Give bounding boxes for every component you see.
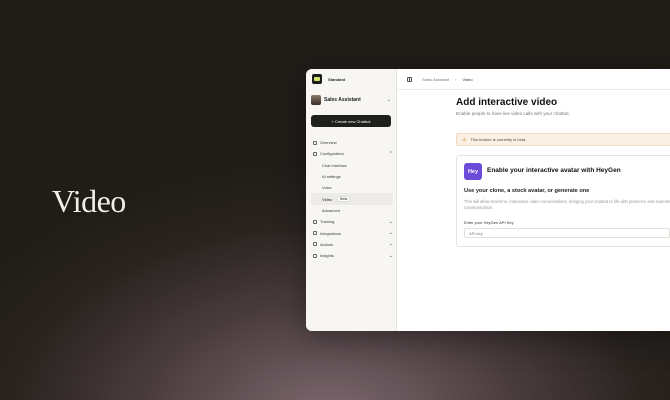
app-window: Standard Sales Assistant ⌄ + Create new … [306,69,670,331]
sidebar-item-configuration[interactable]: Configuration ⌃ [311,148,393,159]
sidebar-item-label: Chat interface [322,162,347,168]
sidebar-item-label: Configuration [320,151,344,157]
chevron-down-icon: ⌄ [388,218,393,225]
breadcrumb-item[interactable]: Sales Assistant [422,77,449,82]
card-description: This will allow real-time, interactive v… [464,199,670,210]
sidebar-item-label: Insights [320,253,334,259]
sidebar-item-advanced[interactable]: Advanced [311,205,393,216]
create-chatbot-button[interactable]: + Create new Chatbot [311,115,391,127]
chevron-down-icon: ⌄ [386,97,391,103]
sidebar-item-training[interactable]: Training ⌄ [311,216,393,227]
breadcrumb: Sales Assistant › Video [422,77,473,82]
heygen-card: Hey Enable your interactive avatar with … [456,155,670,247]
breadcrumb-separator: › [455,76,457,82]
page-subtitle: Enable people to have live video calls w… [456,111,570,116]
sidebar-item-integrations[interactable]: Integrations ⌄ [311,227,393,238]
sidebar-toggle-icon[interactable] [407,76,412,82]
workspace-name: Standard [328,76,346,82]
bolt-icon [313,242,317,247]
chevron-down-icon: ⌄ [388,241,393,248]
sidebar-item-label: AI settings [322,174,341,180]
home-icon [313,140,317,145]
sidebar-item-actions[interactable]: Actions ⌄ [311,239,393,250]
sidebar-item-chat-interface[interactable]: Chat interface [311,160,393,171]
chevron-up-icon: ⌃ [388,150,393,157]
main-content: Sales Assistant › Video Add interactive … [397,69,670,331]
sidebar-item-voice[interactable]: Voice [311,182,393,193]
hero-title: Video [52,183,126,219]
chat-icon [313,151,317,156]
plug-icon [313,231,317,236]
avatar [311,95,321,105]
sidebar-item-label: Training [320,219,335,225]
sidebar-item-ai-settings[interactable]: AI settings [311,171,393,182]
warning-icon: ⚠ [462,136,467,143]
book-icon [313,219,317,224]
beta-badge: Beta [337,196,351,203]
chatbot-name: Sales Assistant [324,97,361,103]
topbar: Sales Assistant › Video [397,69,670,90]
chevron-down-icon: ⌄ [388,230,393,237]
page-title: Add interactive video [456,97,558,108]
chart-icon [313,253,317,258]
sidebar-item-label: Overview [320,140,337,146]
sidebar-item-overview[interactable]: Overview [311,137,393,148]
sidebar-item-label: Video [322,196,333,202]
heygen-logo: Hey [464,163,482,180]
sidebar-item-video[interactable]: Video Beta [311,193,393,205]
sidebar-item-label: Actions [320,241,334,247]
banner-text: This feature is currently in beta. [470,137,527,142]
sidebar-item-label: Voice [322,185,332,191]
card-title: Enable your interactive avatar with HeyG… [487,167,621,174]
api-key-label: Enter your HeyGen API Key [464,220,514,225]
chevron-down-icon: ⌄ [388,252,393,259]
sidebar-item-label: Integrations [320,230,341,236]
breadcrumb-current: Video [462,76,473,82]
card-subtitle: Use your clone, a stock avatar, or gener… [464,188,590,194]
beta-banner: ⚠ This feature is currently in beta. [456,133,670,146]
chatbot-selector[interactable]: Sales Assistant ⌄ [311,94,391,106]
workspace-switcher[interactable]: Standard [312,74,345,84]
sidebar-item-label: Advanced [322,207,340,213]
api-key-input[interactable] [464,228,670,238]
sidebar-nav: Overview Configuration ⌃ Chat interface … [311,137,393,261]
sidebar-item-insights[interactable]: Insights ⌄ [311,250,393,261]
sidebar: Standard Sales Assistant ⌄ + Create new … [306,69,397,331]
workspace-logo-icon [312,74,322,84]
